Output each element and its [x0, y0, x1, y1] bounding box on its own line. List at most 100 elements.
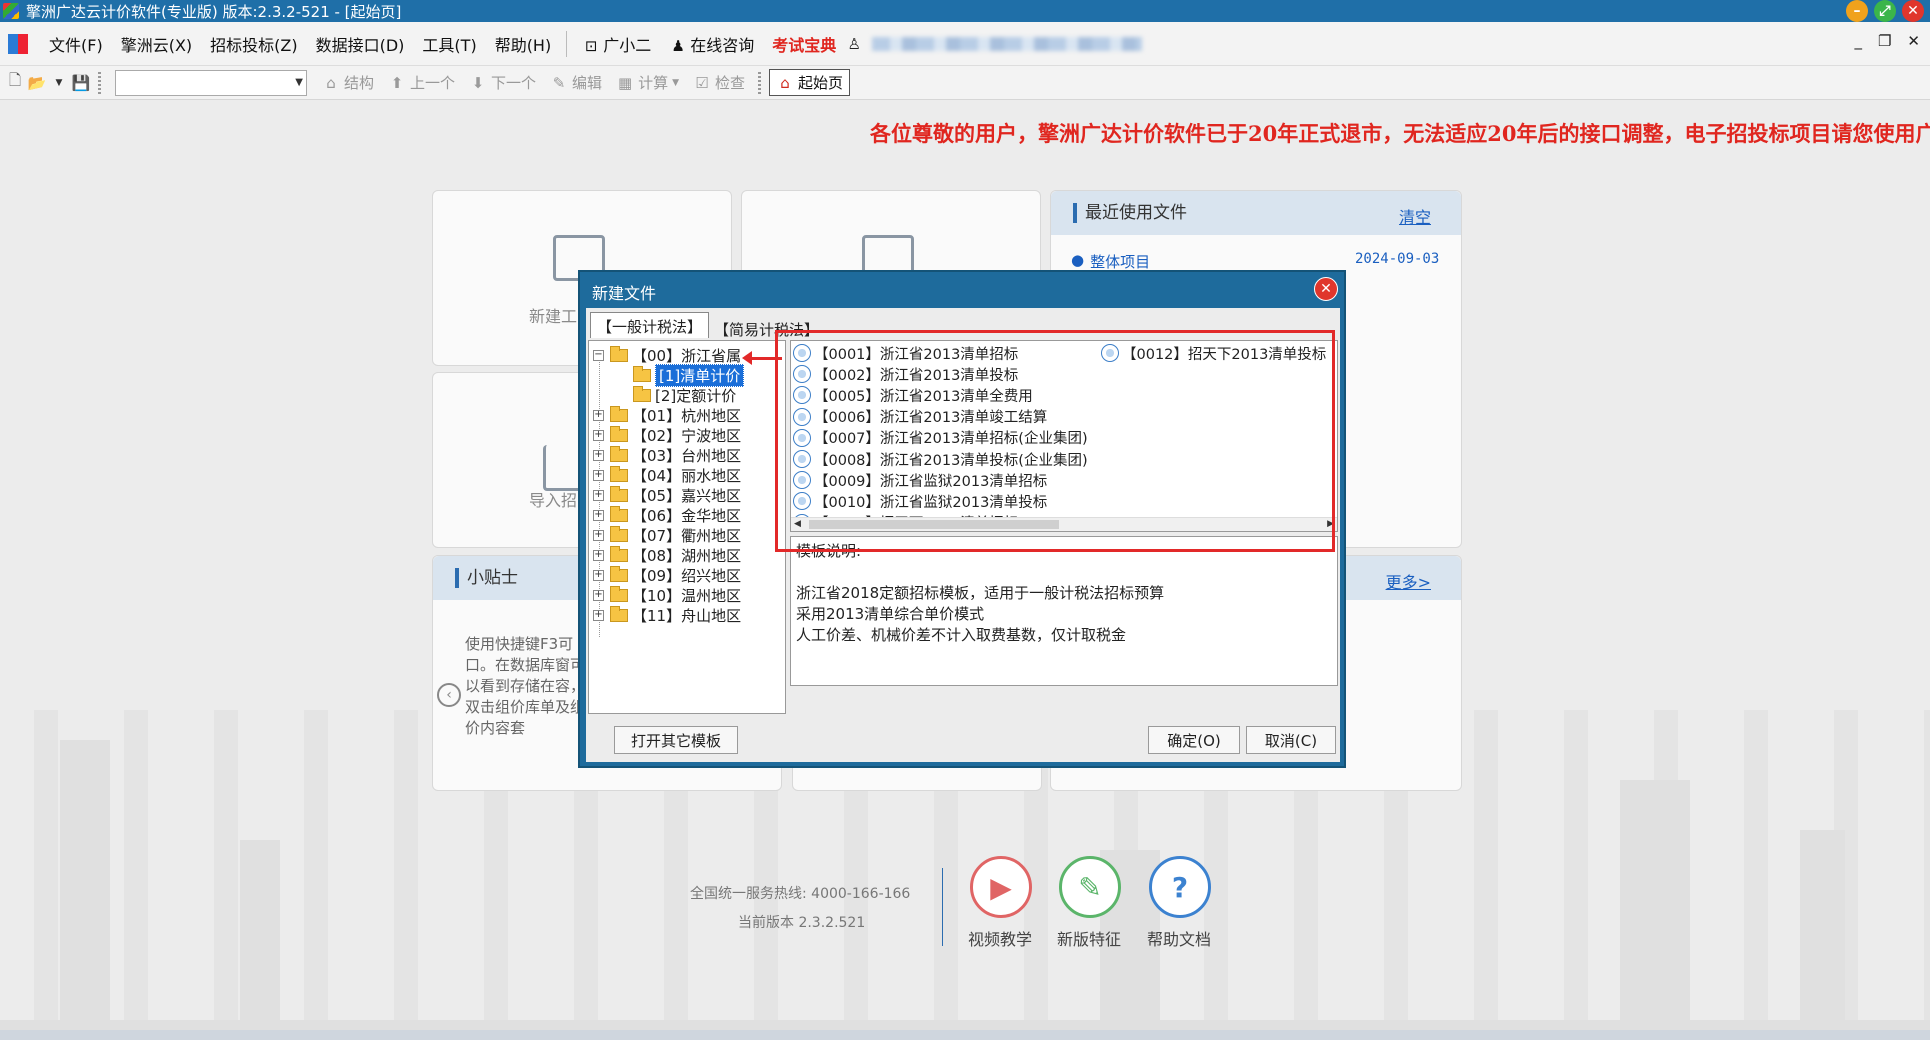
template-description: 模板说明: 浙江省2018定额招标模板，适用于一般计税法招标预算 采用2013清… — [790, 536, 1338, 686]
tree-node-region[interactable]: + 【07】衢州地区 — [593, 525, 741, 545]
tree-node-region[interactable]: + 【05】嘉兴地区 — [593, 485, 741, 505]
tab-general-tax[interactable]: 【一般计税法】 — [590, 312, 710, 338]
exam-button[interactable]: 考试宝典 — [763, 32, 845, 56]
menu-help[interactable]: 帮助(H) — [486, 32, 561, 56]
calc-button[interactable]: ▦ 计算 ▼ — [611, 72, 684, 93]
description-line: 采用2013清单综合单价模式 — [796, 605, 985, 623]
folder-icon — [610, 485, 628, 502]
online-consult-button[interactable]: ♟ 在线咨询 — [660, 32, 763, 56]
menu-cloud[interactable]: 擎洲云(X) — [112, 32, 201, 56]
new-file-icon[interactable]: 🗋 — [6, 71, 24, 92]
tree-node-region[interactable]: + 【11】舟山地区 — [593, 605, 741, 625]
video-tutorial-icon[interactable]: ▶ — [970, 856, 1032, 918]
guang-er-button[interactable]: ⊡ 广小二 — [573, 32, 660, 56]
ok-button[interactable]: 确定(O) — [1148, 726, 1240, 754]
check-icon: ☑ — [695, 73, 709, 92]
tree-node-root[interactable]: − 【00】浙江省属 — [593, 345, 741, 365]
tree-node-region[interactable]: + 【10】温州地区 — [593, 585, 741, 605]
open-other-template-button[interactable]: 打开其它模板 — [614, 726, 738, 754]
toolbar-grip — [98, 71, 101, 94]
mdi-restore-icon[interactable]: ❐ — [1878, 32, 1891, 50]
folder-icon — [610, 465, 628, 482]
expand-icon[interactable]: + — [593, 409, 604, 421]
tree-node-region[interactable]: + 【09】绍兴地区 — [593, 565, 741, 585]
tree-node-quota-pricing[interactable]: [2]定额计价 — [633, 385, 736, 405]
tree-node-bill-pricing[interactable]: [1]清单计价 — [633, 363, 745, 387]
toolbar: 🗋 📂 ▼ 💾 ▼ ⌂ 结构 ⬆ 上一个 ⬇ 下一个 ✎ 编辑 ▦ 计算 ▼ ☑ 检查 ⌂ 起始… — [0, 66, 1930, 100]
expand-icon[interactable]: + — [593, 549, 604, 561]
expand-icon[interactable]: + — [593, 529, 604, 541]
chevron-left-icon[interactable]: ‹ — [437, 683, 461, 707]
expand-icon[interactable]: + — [593, 469, 604, 481]
next-button[interactable]: ⬇ 下一个 — [464, 72, 541, 93]
service-hotline: 全国统一服务热线: 4000-166-166 — [690, 886, 911, 902]
folder-icon — [610, 525, 628, 542]
description-line: 浙江省2018定额招标模板，适用于一般计税法招标预算 — [796, 584, 1165, 602]
tree-node-region[interactable]: + 【06】金华地区 — [593, 505, 741, 525]
project-combo[interactable]: ▼ — [115, 69, 307, 96]
region-tree: − 【00】浙江省属 [1]清单计价 [2]定额计价 + 【01】杭州地区 + 【02】… — [588, 340, 786, 714]
help-docs-label[interactable]: 帮助文档 — [1147, 926, 1211, 950]
open-dropdown-icon[interactable]: ▼ — [50, 74, 68, 92]
folder-open-icon — [633, 365, 651, 382]
menu-file[interactable]: 文件(F) — [40, 32, 112, 56]
tips-title: 小贴士 — [455, 568, 518, 588]
check-button[interactable]: ☑ 检查 — [688, 72, 750, 93]
toolbar-grip — [758, 71, 762, 94]
folder-icon — [610, 545, 628, 562]
robot-icon: ⊡ — [584, 36, 598, 55]
new-features-label[interactable]: 新版特征 — [1057, 926, 1121, 950]
tree-node-region[interactable]: + 【03】台州地区 — [593, 445, 741, 465]
dialog-close-icon[interactable]: ✕ — [1314, 277, 1338, 301]
menu-tools[interactable]: 工具(T) — [413, 32, 485, 56]
retirement-notice: 各位尊敬的用户，擎洲广达计价软件已于20年正式退市，无法适应20年后的接口调整，… — [870, 121, 1930, 146]
calculator-icon: ▦ — [617, 73, 633, 92]
clear-recent-link[interactable]: 清空 — [1399, 204, 1431, 228]
menu-bar: 文件(F) 擎洲云(X) 招标投标(Z) 数据接口(D) 工具(T) 帮助(H)… — [0, 22, 1930, 66]
more-link[interactable]: 更多> — [1386, 569, 1431, 593]
expand-icon[interactable]: + — [593, 489, 604, 501]
expand-icon[interactable]: + — [593, 609, 604, 621]
new-features-icon[interactable]: ✎ — [1059, 856, 1121, 918]
import-label: 导入招 — [529, 491, 578, 510]
cancel-button[interactable]: 取消(C) — [1246, 726, 1336, 754]
edit-button[interactable]: ✎ 编辑 — [545, 72, 607, 93]
open-folder-icon[interactable]: 📂 — [28, 74, 47, 92]
chevron-down-icon: ▼ — [295, 76, 303, 88]
mdi-close-icon[interactable]: ✕ — [1907, 32, 1920, 50]
expand-icon[interactable]: + — [593, 449, 604, 461]
close-icon[interactable]: ✕ — [1902, 0, 1924, 22]
maximize-icon[interactable]: ⤢ — [1874, 0, 1896, 22]
expand-icon[interactable]: + — [593, 569, 604, 581]
tree-node-region[interactable]: + 【04】丽水地区 — [593, 465, 741, 485]
tree-node-region[interactable]: + 【08】湖州地区 — [593, 545, 741, 565]
user-icon[interactable]: ♙ — [845, 35, 863, 53]
expand-icon[interactable]: + — [593, 429, 604, 441]
mdi-minimize-icon[interactable]: _ — [1854, 32, 1862, 50]
title-bar: 擎洲广达云计价软件(专业版) 版本:2.3.2-521 - [起始页] – ⤢ … — [0, 0, 1930, 22]
home-page-button[interactable]: ⌂ 起始页 — [769, 69, 851, 96]
video-tutorial-label[interactable]: 视频教学 — [968, 926, 1032, 950]
minimize-icon[interactable]: – — [1846, 0, 1868, 22]
help-docs-icon[interactable]: ? — [1149, 856, 1211, 918]
expand-icon[interactable]: + — [593, 509, 604, 521]
footer-separator — [942, 868, 943, 946]
app-logo-icon — [3, 3, 19, 19]
expand-icon[interactable]: + — [593, 589, 604, 601]
folder-icon — [610, 565, 628, 582]
structure-button[interactable]: ⌂ 结构 — [317, 72, 379, 93]
tree-node-region[interactable]: + 【02】宁波地区 — [593, 425, 741, 445]
folder-icon — [610, 605, 628, 622]
user-info-blurred — [872, 36, 1143, 51]
menu-bidding[interactable]: 招标投标(Z) — [201, 32, 306, 56]
folder-icon — [610, 345, 628, 362]
menu-data-interface[interactable]: 数据接口(D) — [307, 32, 414, 56]
app-menu-icon[interactable] — [8, 33, 28, 54]
tree-node-region[interactable]: + 【01】杭州地区 — [593, 405, 741, 425]
collapse-icon[interactable]: − — [593, 349, 604, 361]
tips-text: 使用快捷键F3可口。在数据库窗可以看到存储在容，双击组价库单及组价内容套 — [465, 635, 585, 737]
prev-button[interactable]: ⬆ 上一个 — [383, 72, 460, 93]
save-icon[interactable]: 💾 — [72, 74, 91, 92]
folder-icon — [610, 585, 628, 602]
description-line: 人工价差、机械价差不计入取费基数，仅计取税金 — [796, 626, 1127, 644]
